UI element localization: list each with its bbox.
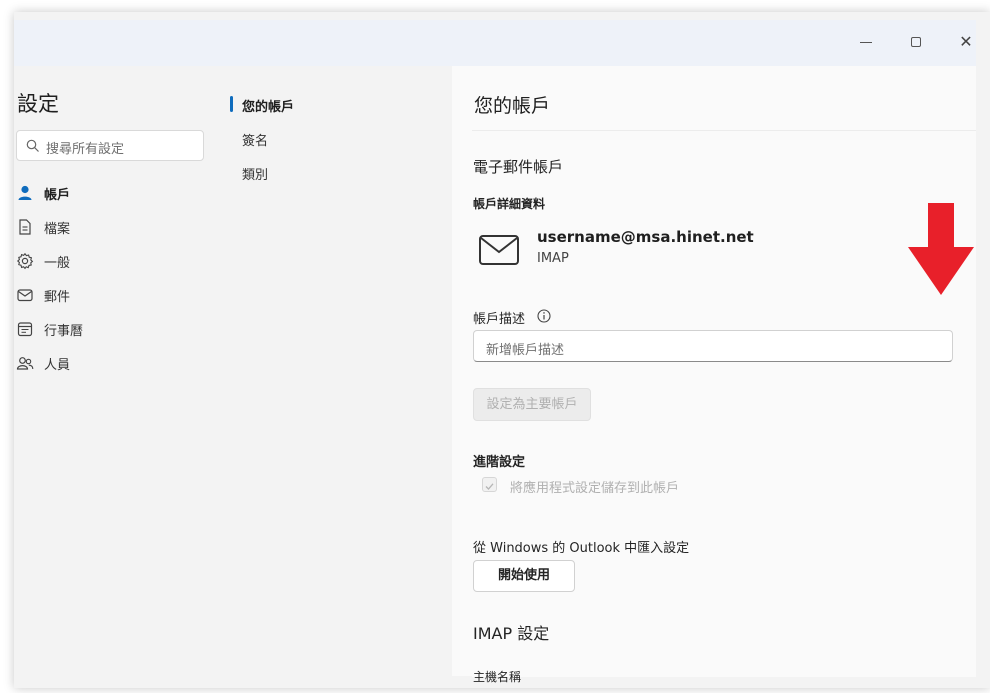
nav-item-calendar[interactable]: 行事曆 bbox=[16, 317, 206, 341]
nav-item-files[interactable]: 檔案 bbox=[16, 215, 206, 239]
subnav-item-signature[interactable]: 簽名 bbox=[242, 130, 268, 149]
imap-settings-title: IMAP 設定 bbox=[473, 624, 550, 643]
nav-item-label: 人員 bbox=[44, 358, 71, 373]
person-icon bbox=[18, 185, 32, 200]
calendar-icon bbox=[17, 322, 33, 337]
description-placeholder: 新增帳戶描述 bbox=[486, 343, 565, 358]
get-started-button[interactable]: 開始使用 bbox=[473, 560, 575, 592]
nav-item-label: 行事曆 bbox=[44, 324, 84, 339]
description-label: 帳戶描述 bbox=[473, 312, 526, 327]
nav-item-label: 郵件 bbox=[44, 290, 71, 305]
nav-item-label: 一般 bbox=[44, 256, 71, 271]
account-details-title: 帳戶詳細資料 bbox=[473, 197, 546, 211]
people-icon bbox=[16, 357, 34, 370]
red-arrow-annotation bbox=[908, 203, 974, 295]
settings-nav: 設定 搜尋所有設定 帳戶 檔案 一般 郵件 行事曆 人員 bbox=[14, 66, 224, 676]
search-icon bbox=[26, 139, 39, 152]
nav-item-mail[interactable]: 郵件 bbox=[16, 283, 206, 307]
document-icon bbox=[19, 219, 31, 235]
import-settings-label: 從 Windows 的 Outlook 中匯入設定 bbox=[473, 541, 690, 556]
settings-title: 設定 bbox=[17, 92, 59, 116]
account-subnav: 您的帳戶 簽名 類別 bbox=[224, 66, 452, 676]
set-primary-account-button[interactable]: 設定為主要帳戶 bbox=[473, 388, 591, 421]
nav-item-label: 帳戶 bbox=[44, 188, 71, 203]
advanced-settings-title: 進階設定 bbox=[473, 455, 526, 470]
email-section-title: 電子郵件帳戶 bbox=[473, 158, 564, 176]
account-type: IMAP bbox=[537, 251, 569, 266]
subnav-item-categories[interactable]: 類別 bbox=[242, 164, 268, 183]
nav-item-people[interactable]: 人員 bbox=[16, 351, 206, 375]
search-input[interactable]: 搜尋所有設定 bbox=[16, 130, 204, 161]
host-name-label: 主機名稱 bbox=[473, 670, 522, 684]
content-body: 電子郵件帳戶 帳戶詳細資料 username@msa.hinet.net IMA… bbox=[452, 0, 976, 693]
save-settings-label: 將應用程式設定儲存到此帳戶 bbox=[510, 481, 680, 496]
nav-item-general[interactable]: 一般 bbox=[16, 249, 206, 273]
envelope-icon bbox=[479, 235, 519, 265]
account-email: username@msa.hinet.net bbox=[537, 228, 754, 246]
mail-icon bbox=[17, 289, 33, 302]
info-icon[interactable] bbox=[537, 309, 551, 323]
selected-indicator bbox=[230, 96, 233, 112]
account-description-input[interactable]: 新增帳戶描述 bbox=[473, 330, 953, 362]
subnav-item-your-account[interactable]: 您的帳戶 bbox=[242, 96, 294, 115]
search-placeholder: 搜尋所有設定 bbox=[46, 142, 125, 157]
save-settings-checkbox[interactable] bbox=[482, 477, 497, 492]
nav-item-account[interactable]: 帳戶 bbox=[16, 181, 206, 205]
checkmark-icon bbox=[485, 483, 494, 490]
nav-item-label: 檔案 bbox=[44, 222, 71, 237]
gear-icon bbox=[16, 252, 34, 270]
